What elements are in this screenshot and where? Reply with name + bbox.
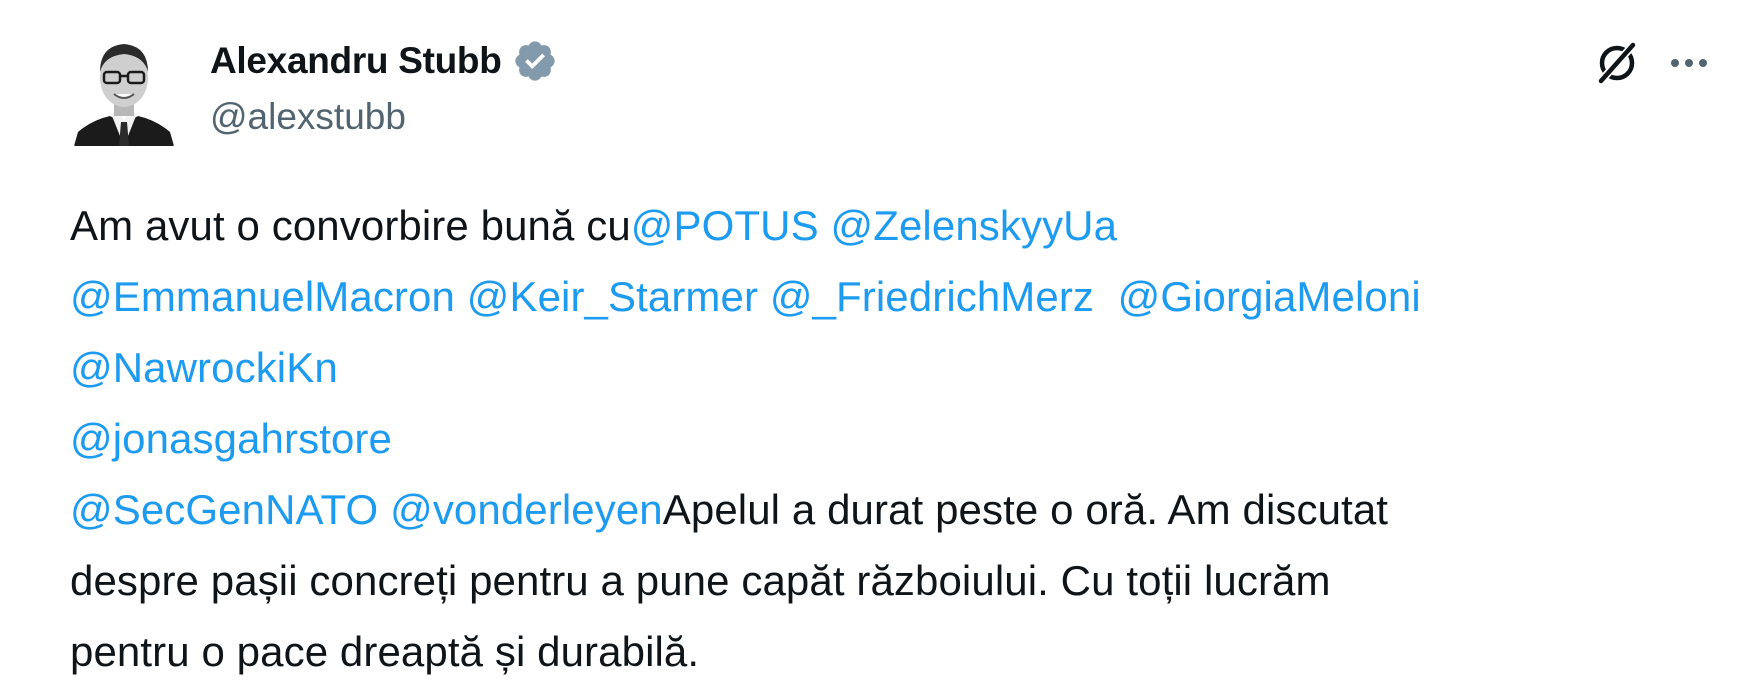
- tweet-line: despre pașii concreți pentru a pune capă…: [70, 545, 1700, 616]
- mention-potus[interactable]: @POTUS: [631, 202, 819, 249]
- verified-badge-icon: [512, 38, 558, 84]
- text-segment: Am avut o convorbire bună cu: [70, 202, 631, 249]
- grok-icon: [1596, 40, 1638, 86]
- tweet-line: @SecGenNATO @vonderleyenApelul a durat p…: [70, 474, 1700, 545]
- avatar[interactable]: [72, 28, 176, 146]
- author-name[interactable]: Alexandru Stubb: [210, 40, 502, 82]
- mention-starmer[interactable]: @Keir_Starmer: [467, 273, 758, 320]
- text-segment: pentru o pace dreaptă și durabilă.: [70, 628, 700, 675]
- mention-store[interactable]: @jonasgahrstore: [70, 415, 392, 462]
- more-options-icon: [1671, 59, 1707, 67]
- portrait-image: [72, 28, 176, 146]
- text-segment: despre pașii concreți pentru a pune capă…: [70, 557, 1331, 604]
- tweet-line: pentru o pace dreaptă și durabilă.: [70, 616, 1700, 687]
- tweet[interactable]: Alexandru Stubb @alexstubb Am avut o con…: [0, 0, 1755, 700]
- author-row: Alexandru Stubb: [210, 36, 558, 86]
- mention-meloni[interactable]: @GiorgiaMeloni: [1118, 273, 1421, 320]
- tweet-line: @NawrockiKn: [70, 332, 1700, 403]
- mention-merz[interactable]: @_FriedrichMerz: [770, 273, 1094, 320]
- mention-vonderleyen[interactable]: @vonderleyen: [390, 486, 663, 533]
- tweet-line: @EmmanuelMacron @Keir_Starmer @_Friedric…: [70, 261, 1700, 332]
- tweet-text: Am avut o convorbire bună cu@POTUS @Zele…: [70, 190, 1700, 687]
- mention-nawrocki[interactable]: @NawrockiKn: [70, 344, 338, 391]
- mention-zelensky[interactable]: @ZelenskyyUa: [830, 202, 1117, 249]
- tweet-line: Am avut o convorbire bună cu@POTUS @Zele…: [70, 190, 1700, 261]
- author-handle[interactable]: @alexstubb: [210, 96, 406, 138]
- mention-nato[interactable]: @SecGenNATO: [70, 486, 378, 533]
- more-options-button[interactable]: [1660, 34, 1718, 92]
- text-segment: Apelul a durat peste o oră. Am discutat: [662, 486, 1389, 533]
- grok-button[interactable]: [1588, 34, 1646, 92]
- tweet-line: @jonasgahrstore: [70, 403, 1700, 474]
- mention-macron[interactable]: @EmmanuelMacron: [70, 273, 455, 320]
